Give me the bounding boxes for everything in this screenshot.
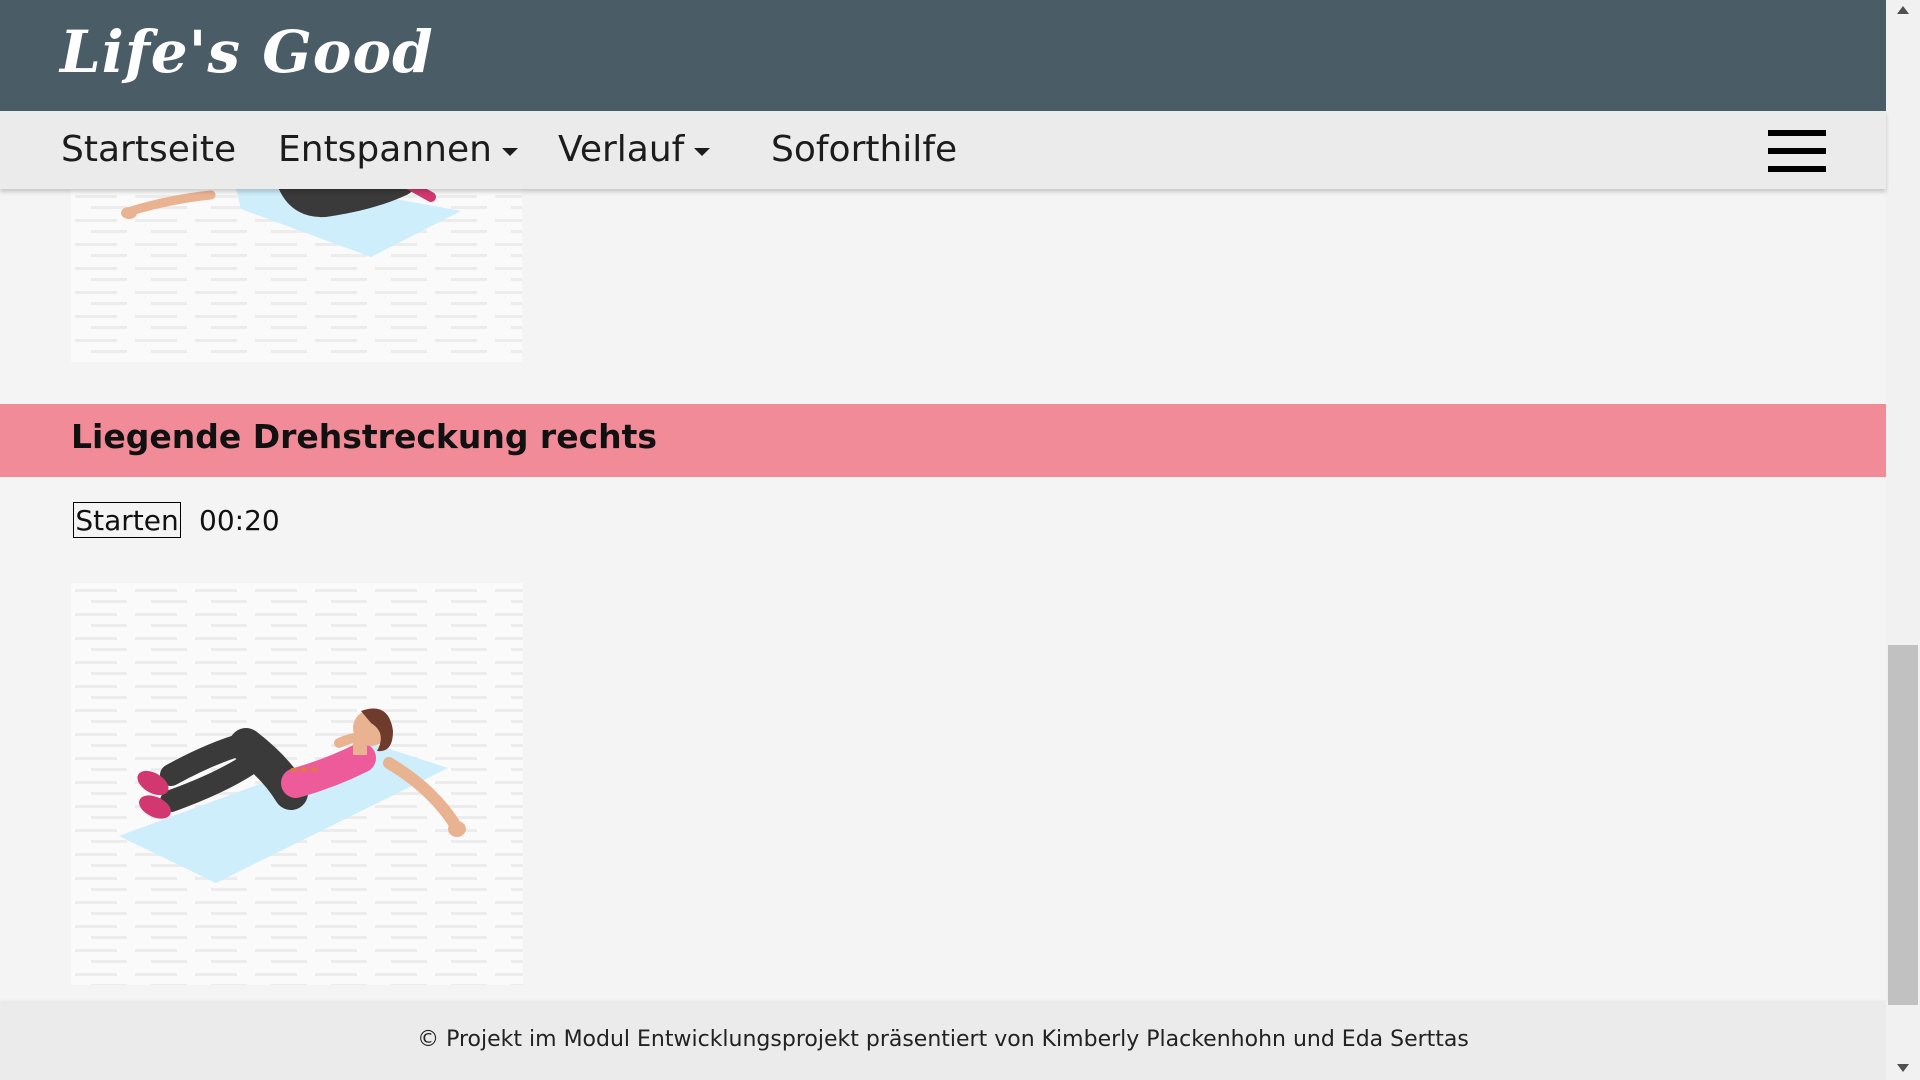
nav-verlauf[interactable]: Verlauf: [558, 127, 711, 171]
start-button[interactable]: Starten: [73, 502, 181, 538]
nav-startseite[interactable]: Startseite: [61, 127, 236, 171]
scroll-up-arrow-icon[interactable]: [1897, 6, 1909, 14]
site-logo[interactable]: Life's Good: [60, 18, 434, 86]
vertical-scrollbar[interactable]: [1886, 0, 1920, 1080]
nav-startseite-label: Startseite: [61, 128, 237, 170]
hamburger-bar: [1768, 166, 1826, 172]
exercise-timer: 00:20: [199, 503, 280, 537]
hamburger-menu-icon[interactable]: [1768, 130, 1826, 172]
footer-text: © Projekt im Modul Entwicklungsprojekt p…: [417, 1027, 1469, 1052]
nav-entspannen-label: Entspannen: [278, 128, 492, 170]
nav-soforthilfe[interactable]: Soforthilfe: [771, 127, 957, 171]
caret-down-icon: [501, 148, 518, 156]
scrollbar-thumb[interactable]: [1888, 645, 1918, 1005]
nav-verlauf-label: Verlauf: [558, 128, 685, 170]
exercise-image: [71, 583, 523, 985]
site-header: Life's Good: [0, 0, 1886, 111]
exercise-heading: Liegende Drehstreckung rechts: [0, 404, 1886, 477]
exercise-image-previous: [71, 189, 522, 362]
hamburger-bar: [1768, 148, 1826, 154]
nav-soforthilfe-label: Soforthilfe: [771, 128, 958, 170]
exercise-title: Liegende Drehstreckung rechts: [71, 417, 658, 456]
caret-down-icon: [694, 148, 711, 156]
hamburger-bar: [1768, 130, 1826, 136]
main-navbar: Startseite Entspannen Verlauf Soforthilf…: [0, 111, 1886, 189]
site-footer: © Projekt im Modul Entwicklungsprojekt p…: [0, 1003, 1886, 1080]
scroll-down-arrow-icon[interactable]: [1897, 1064, 1909, 1072]
nav-entspannen[interactable]: Entspannen: [278, 127, 518, 171]
